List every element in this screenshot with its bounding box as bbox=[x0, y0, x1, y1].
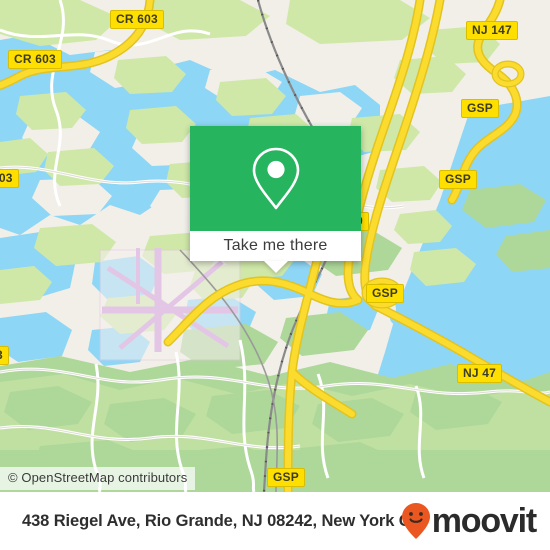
callout-icon-panel bbox=[190, 126, 361, 231]
road-shield: CR 603 bbox=[8, 50, 62, 69]
destination-callout-card[interactable]: Take me there bbox=[190, 126, 361, 273]
callout-tail bbox=[263, 261, 288, 273]
road-shield: NJ 47 bbox=[457, 364, 503, 383]
road-shield: GSP bbox=[267, 468, 305, 487]
moovit-pin-icon bbox=[401, 503, 430, 539]
road-shield: GSP bbox=[439, 170, 477, 189]
osm-attribution[interactable]: © OpenStreetMap contributors bbox=[0, 467, 196, 490]
road-shield: CR 603 bbox=[110, 10, 164, 29]
map-pin-icon bbox=[252, 147, 299, 209]
screenshot-root: © OpenStreetMap contributors CR 603 CR 6… bbox=[0, 0, 550, 550]
moovit-wordmark: moovit bbox=[431, 502, 537, 540]
take-me-there-button[interactable]: Take me there bbox=[190, 231, 361, 261]
address-label: 438 Riegel Ave, Rio Grande, NJ 08242, Ne… bbox=[22, 511, 430, 530]
road-shield: NJ 147 bbox=[466, 21, 518, 40]
road-shield: GSP bbox=[366, 284, 404, 303]
road-shield: 503 bbox=[0, 169, 19, 188]
road-shield: 3 bbox=[0, 346, 9, 365]
road-shield: GSP bbox=[461, 99, 499, 118]
footer-bar: 438 Riegel Ave, Rio Grande, NJ 08242, Ne… bbox=[0, 492, 550, 550]
take-me-there-label: Take me there bbox=[223, 237, 328, 254]
moovit-logo[interactable]: moovit bbox=[401, 502, 537, 540]
